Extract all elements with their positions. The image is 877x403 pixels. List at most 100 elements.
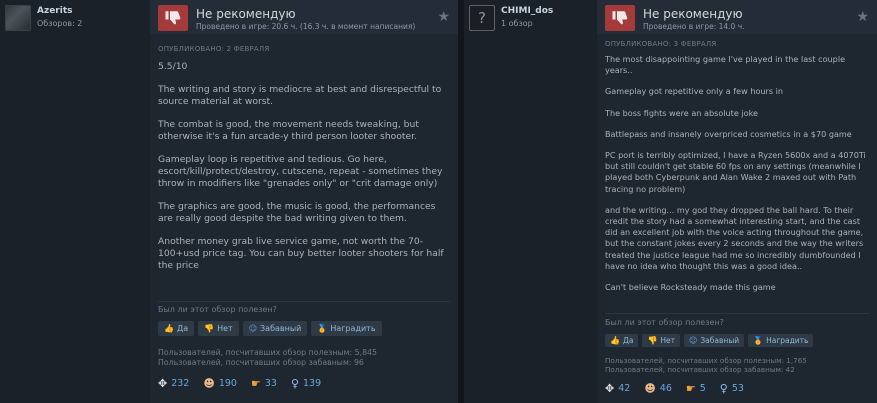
divider (605, 313, 869, 314)
trophy-icon: ♀ (290, 377, 299, 390)
vote-funny-label: Забавный (700, 336, 740, 345)
review-header: Не рекомендую Проведено в игре: 14.0 ч. … (597, 0, 877, 34)
award-count: 42 (618, 383, 631, 394)
author-review-count[interactable]: 1 обзор (501, 19, 533, 28)
smiley-icon: ☺ (248, 324, 258, 333)
award-list: ✥ 232 ☻ 190 ☛ 33 ♀ 139 (158, 377, 321, 390)
review-author: Azerits Обзоров: 2 (0, 0, 150, 403)
divider (158, 301, 450, 302)
award-icon: 🏅 (317, 324, 328, 333)
vote-yes-button[interactable]: 👍 Да (158, 321, 195, 336)
thumbs-down-icon: 👎 (647, 336, 658, 345)
playtime: Проведено в игре: 20.6 ч. (16.3 ч. в мом… (196, 22, 416, 31)
review-card: Azerits Обзоров: 2 Не рекомендую Проведе… (0, 0, 458, 403)
vote-yes-label: Да (176, 324, 189, 333)
review-paragraph: The graphics are good, the music is good… (158, 201, 436, 224)
thumbs-up-icon: 👍 (610, 336, 620, 345)
review-paragraph: PC port is terribly optimized, I have a … (605, 150, 866, 194)
review-text: 5.5/10 The writing and story is mediocre… (158, 61, 450, 283)
funny-count: Пользователей, посчитавших обзор забавны… (158, 358, 364, 367)
pointing-hand-icon: ☛ (685, 382, 696, 395)
award-count: 33 (264, 378, 277, 389)
vote-no-label: Нет (660, 336, 676, 345)
review-paragraph: Can't believe Rocksteady made this game (605, 282, 776, 293)
review-paragraph: The writing and story is mediocre at bes… (158, 84, 442, 107)
review-paragraph: The combat is good, the movement needs t… (158, 119, 419, 142)
vote-buttons: 👍 Да 👎 Нет ☺ Забавный 🏅 Наградить (605, 334, 814, 347)
award-count: 5 (699, 383, 706, 394)
review-stats: Пользователей, посчитавших обзор полезны… (605, 356, 807, 374)
award-item[interactable]: ☛ 5 (686, 382, 706, 395)
award-count: 46 (659, 383, 672, 394)
playtime: Проведено в игре: 14.0 ч. (643, 22, 745, 31)
award-list: ✥ 42 ☻ 46 ☛ 5 ♀ 53 (605, 382, 744, 395)
review-paragraph: Gameplay got repetitive only a few hours… (605, 86, 784, 97)
review-body: Не рекомендую Проведено в игре: 20.6 ч. … (150, 0, 458, 403)
award-count: 139 (303, 378, 322, 389)
review-paragraph: 5.5/10 (158, 61, 188, 72)
review-header: Не рекомендую Проведено в игре: 20.6 ч. … (150, 0, 458, 34)
helpful-count: Пользователей, посчитавших обзор полезны… (605, 356, 807, 365)
clown-icon: ☻ (203, 377, 215, 390)
vote-buttons: 👍 Да 👎 Нет ☺ Забавный 🏅 Наградить (158, 321, 382, 336)
award-count: 190 (218, 378, 237, 389)
review-card: ? CHIMI_dos 1 обзор Не рекомендую Провед… (464, 0, 877, 403)
review-text: The most disappointing game I've played … (605, 54, 869, 303)
helpful-count: Пользователей, посчитавших обзор полезны… (158, 348, 377, 357)
review-paragraph: The most disappointing game I've played … (605, 54, 846, 76)
star-icon[interactable]: ★ (856, 9, 869, 25)
review-stats: Пользователей, посчитавших обзор полезны… (158, 348, 377, 368)
thumbs-down-icon: 👎 (204, 324, 215, 333)
vote-funny-button[interactable]: ☺ Забавный (242, 321, 308, 336)
review-body: Не рекомендую Проведено в игре: 14.0 ч. … (597, 0, 877, 403)
vote-no-label: Нет (217, 324, 233, 333)
award-item[interactable]: ☻ 190 (203, 377, 237, 390)
review-paragraph: Gameplay loop is repetitive and tedious.… (158, 154, 443, 189)
review-paragraph: and the writing... my god they dropped t… (605, 204, 864, 271)
award-item[interactable]: ♀ 53 (720, 382, 744, 395)
wings-icon: ✥ (158, 377, 168, 390)
award-item[interactable]: ☛ 33 (251, 377, 277, 390)
vote-no-button[interactable]: 👎 Нет (642, 334, 681, 347)
vote-no-button[interactable]: 👎 Нет (198, 321, 239, 336)
award-button[interactable]: 🏅 Наградить (311, 321, 382, 336)
thumbs-down-icon (605, 5, 635, 31)
review-paragraph: Another money grab live service game, no… (158, 236, 444, 271)
award-label: Наградить (330, 324, 376, 333)
vote-funny-button[interactable]: ☺ Забавный (684, 334, 745, 347)
thumbs-up-icon: 👍 (164, 324, 174, 333)
pointing-hand-icon: ☛ (250, 377, 261, 390)
author-review-count[interactable]: Обзоров: 2 (37, 19, 82, 28)
clown-icon: ☻ (644, 382, 656, 395)
award-icon: 🏅 (753, 336, 764, 345)
vote-funny-label: Забавный (260, 324, 302, 333)
posted-date: ОПУБЛИКОВАНО: 2 ФЕВРАЛЯ (158, 45, 270, 53)
funny-count: Пользователей, посчитавших обзор забавны… (605, 365, 795, 374)
trophy-icon: ♀ (719, 382, 728, 395)
award-count: 53 (731, 383, 744, 394)
award-count: 232 (171, 378, 190, 389)
award-item[interactable]: ♀ 139 (291, 377, 321, 390)
award-item[interactable]: ✥ 232 (158, 377, 189, 390)
vote-yes-button[interactable]: 👍 Да (605, 334, 639, 347)
review-verdict[interactable]: Не рекомендую (196, 7, 296, 21)
review-verdict[interactable]: Не рекомендую (643, 7, 743, 21)
award-item[interactable]: ☻ 46 (644, 382, 672, 395)
review-paragraph: The boss fights were an absolute joke (605, 107, 758, 118)
avatar[interactable] (5, 5, 31, 31)
review-author: ? CHIMI_dos 1 обзор (464, 0, 597, 403)
helpful-question: Был ли этот обзор полезен? (158, 305, 277, 314)
star-icon[interactable]: ★ (437, 9, 450, 25)
vote-yes-label: Да (622, 336, 634, 345)
wings-icon: ✥ (605, 382, 615, 395)
author-name[interactable]: Azerits (37, 6, 73, 16)
avatar[interactable]: ? (469, 5, 495, 31)
author-name[interactable]: CHIMI_dos (501, 6, 553, 16)
thumbs-down-icon (158, 5, 188, 31)
award-button[interactable]: 🏅 Наградить (748, 334, 814, 347)
award-item[interactable]: ✥ 42 (605, 382, 630, 395)
review-paragraph: Battlepass and insanely overpriced cosme… (605, 128, 852, 139)
award-label: Наградить (766, 336, 809, 345)
helpful-question: Был ли этот обзор полезен? (605, 318, 724, 327)
posted-date: ОПУБЛИКОВАНО: 3 ФЕВРАЛЯ (605, 40, 717, 48)
